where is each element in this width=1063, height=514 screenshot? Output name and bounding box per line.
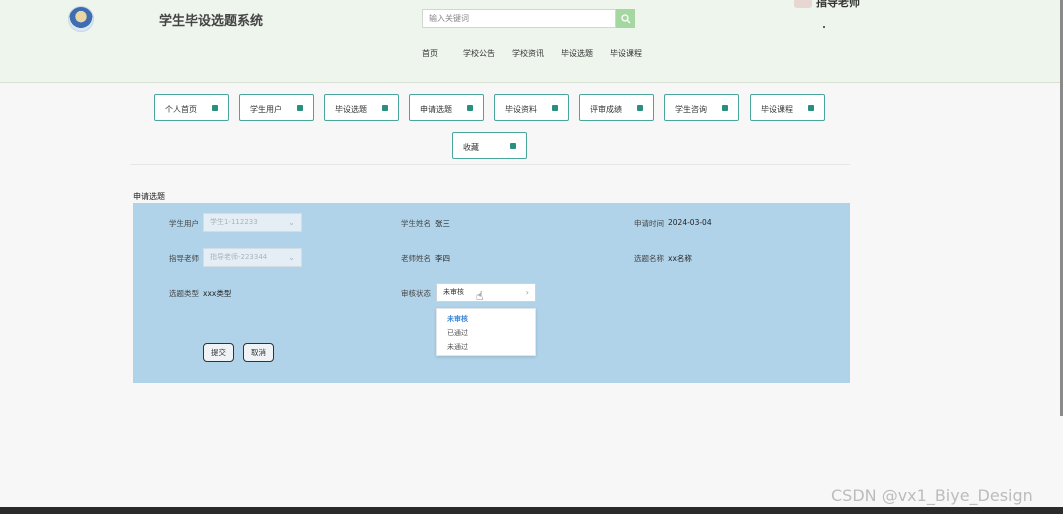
site-header: 学生毕设选题系统 输入关键词 指导老师 首页 学校公告 学校资讯 毕设选题 毕设… <box>0 0 1060 83</box>
menu-item-review-scores[interactable]: 评审成绩 <box>579 94 654 121</box>
menu-item-label: 毕设选题 <box>335 105 367 114</box>
top-nav-announcements[interactable]: 学校公告 <box>463 48 495 59</box>
menu-item-label: 申请选题 <box>420 105 452 114</box>
home-icon <box>212 105 218 111</box>
hand-cursor-icon: ☝ <box>476 289 484 303</box>
home-icon <box>722 105 728 111</box>
home-icon <box>552 105 558 111</box>
review-status-dropdown: 未审核 已通过 未通过 <box>436 308 536 356</box>
menu-item-consultation[interactable]: 学生咨询 <box>664 94 739 121</box>
student-name-value: 张三 <box>435 219 450 228</box>
user-menu-dot <box>823 26 825 28</box>
review-status-select[interactable]: 未审核 › <box>436 283 536 302</box>
site-logo <box>68 6 94 32</box>
search-icon <box>620 13 630 23</box>
menu-item-label: 评审成绩 <box>590 105 622 114</box>
review-option-rejected[interactable]: 未通过 <box>447 342 468 352</box>
home-icon <box>637 105 643 111</box>
search-button[interactable] <box>616 9 635 28</box>
student-name-label: 学生姓名 <box>401 219 431 228</box>
student-user-select: 学生1-112233 ⌄ <box>203 213 302 232</box>
menu-item-label: 毕设课程 <box>761 105 793 114</box>
submit-button[interactable]: 提交 <box>203 343 234 362</box>
topic-type-value: xxx类型 <box>203 289 232 298</box>
review-status-label: 审核状态 <box>401 289 431 298</box>
advisor-value: 指导老师-223344 <box>210 253 268 261</box>
menu-item-favorites[interactable]: 收藏 <box>452 132 527 159</box>
top-nav-news[interactable]: 学校资讯 <box>512 48 544 59</box>
advisor-label: 指导老师 <box>169 254 199 263</box>
watermark: CSDN @vx1_Biye_Design <box>831 486 1033 505</box>
top-nav-home[interactable]: 首页 <box>422 48 438 59</box>
section-title: 申请选题 <box>133 192 165 201</box>
menu-item-apply-topic[interactable]: 申请选题 <box>409 94 484 121</box>
menu-item-materials[interactable]: 毕设资料 <box>494 94 569 121</box>
advisor-select: 指导老师-223344 ⌄ <box>203 248 302 267</box>
home-icon <box>297 105 303 111</box>
menu-item-student-users[interactable]: 学生用户 <box>239 94 314 121</box>
home-icon <box>382 105 388 111</box>
teacher-name-value: 李四 <box>435 254 450 263</box>
review-option-approved[interactable]: 已通过 <box>447 328 468 338</box>
chevron-down-icon: ⌄ <box>288 253 295 262</box>
user-name[interactable]: 指导老师 <box>816 0 860 10</box>
review-status-value: 未审核 <box>443 288 464 296</box>
top-nav-topics[interactable]: 毕设选题 <box>561 48 593 59</box>
home-icon <box>808 105 814 111</box>
menu-item-label: 个人首页 <box>165 105 197 114</box>
divider <box>130 164 850 165</box>
cancel-button[interactable]: 取消 <box>243 343 274 362</box>
student-user-value: 学生1-112233 <box>210 218 258 226</box>
topic-name-label: 选题名称 <box>634 254 664 263</box>
avatar[interactable] <box>794 0 812 8</box>
site-title: 学生毕设选题系统 <box>159 14 264 29</box>
topic-type-label: 选题类型 <box>169 289 199 298</box>
menu-item-topics[interactable]: 毕设选题 <box>324 94 399 121</box>
search-input[interactable]: 输入关键词 <box>422 9 616 28</box>
home-icon <box>467 105 473 111</box>
chevron-down-icon: ⌄ <box>288 218 295 227</box>
chevron-right-icon: › <box>525 288 529 297</box>
top-nav-courses[interactable]: 毕设课程 <box>610 48 642 59</box>
menu-item-label: 收藏 <box>463 143 479 152</box>
student-user-label: 学生用户 <box>169 219 199 228</box>
home-icon <box>510 143 516 149</box>
apply-time-value: 2024-03-04 <box>668 218 712 227</box>
menu-item-label: 毕设资料 <box>505 105 537 114</box>
teacher-name-label: 老师姓名 <box>401 254 431 263</box>
apply-time-label: 申请时间 <box>634 219 664 228</box>
menu-item-personal-home[interactable]: 个人首页 <box>154 94 229 121</box>
bottom-bar <box>0 507 1063 514</box>
menu-item-label: 学生咨询 <box>675 105 707 114</box>
menu-item-label: 学生用户 <box>250 105 282 114</box>
topic-name-value: xx名称 <box>668 254 692 263</box>
review-option-pending[interactable]: 未审核 <box>447 314 468 324</box>
menu-item-courses[interactable]: 毕设课程 <box>750 94 825 121</box>
